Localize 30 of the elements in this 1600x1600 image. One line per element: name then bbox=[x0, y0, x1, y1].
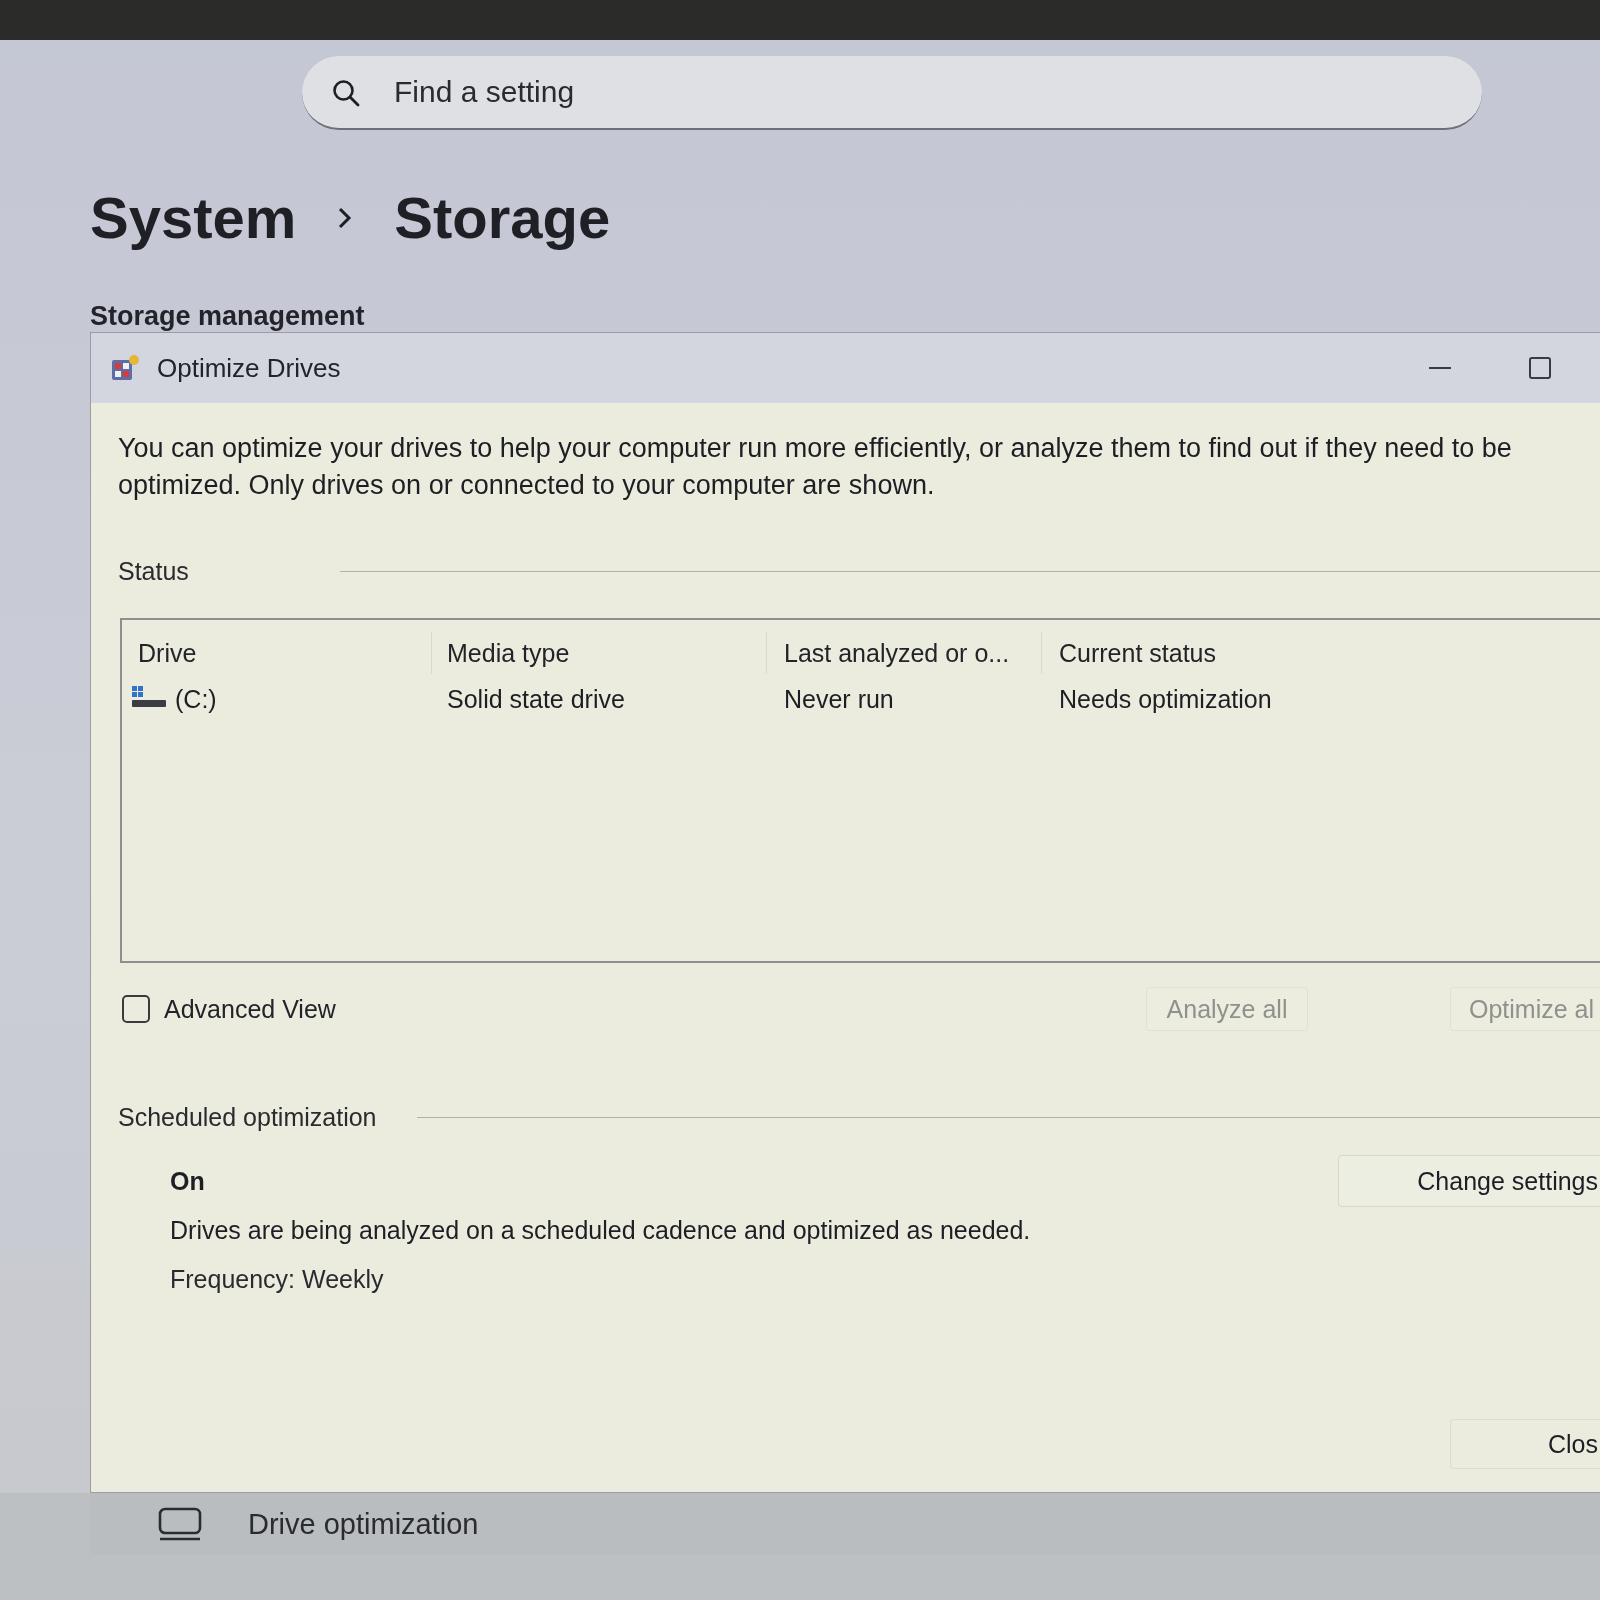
column-header[interactable]: Current status bbox=[1042, 632, 1442, 674]
schedule-state: On bbox=[170, 1166, 205, 1196]
group-label: Status bbox=[118, 556, 190, 586]
search-icon bbox=[332, 79, 360, 107]
column-header[interactable]: Last analyzed or o... bbox=[767, 632, 1042, 674]
checkbox[interactable] bbox=[122, 995, 150, 1023]
search-field[interactable]: Find a setting bbox=[302, 56, 1482, 130]
maximize-icon bbox=[1529, 357, 1551, 379]
column-header[interactable]: Media type bbox=[432, 632, 767, 674]
table-cell: Solid state drive bbox=[447, 684, 625, 714]
window-title: Optimize Drives bbox=[157, 352, 341, 384]
section-heading: Storage management bbox=[90, 300, 366, 332]
frequency-text: Frequency: Weekly bbox=[169, 1264, 385, 1295]
table-cell: (C:) bbox=[175, 684, 217, 714]
chevron-icon bbox=[338, 207, 353, 229]
minimize-icon bbox=[1429, 367, 1451, 369]
page-title: Storage bbox=[394, 184, 611, 252]
close-button[interactable]: Clos bbox=[1450, 1419, 1600, 1469]
drive-icon bbox=[132, 685, 166, 707]
drive-icon bbox=[158, 1507, 202, 1541]
schedule-description: Drives are being analyzed on a scheduled cadence and optimized as needed. bbox=[169, 1215, 1032, 1246]
table-cell: Never run bbox=[784, 684, 894, 714]
column-header[interactable]: Drive bbox=[122, 632, 432, 674]
settings-list-item[interactable]: Drive optimization bbox=[90, 1493, 1600, 1555]
checkbox-label[interactable]: Advanced View bbox=[164, 994, 336, 1024]
description-text: You can optimize your drives to help your computer run more efficiently, or analyze them to find out if they need to be optimized. Only drives on or connected to your computer are shown. bbox=[118, 432, 1513, 502]
breadcrumb-link[interactable]: System bbox=[90, 182, 297, 254]
group-label: Scheduled optimization bbox=[118, 1102, 378, 1132]
table-cell: Needs optimization bbox=[1059, 684, 1272, 714]
change-settings-button[interactable]: Change settings bbox=[1338, 1155, 1600, 1207]
